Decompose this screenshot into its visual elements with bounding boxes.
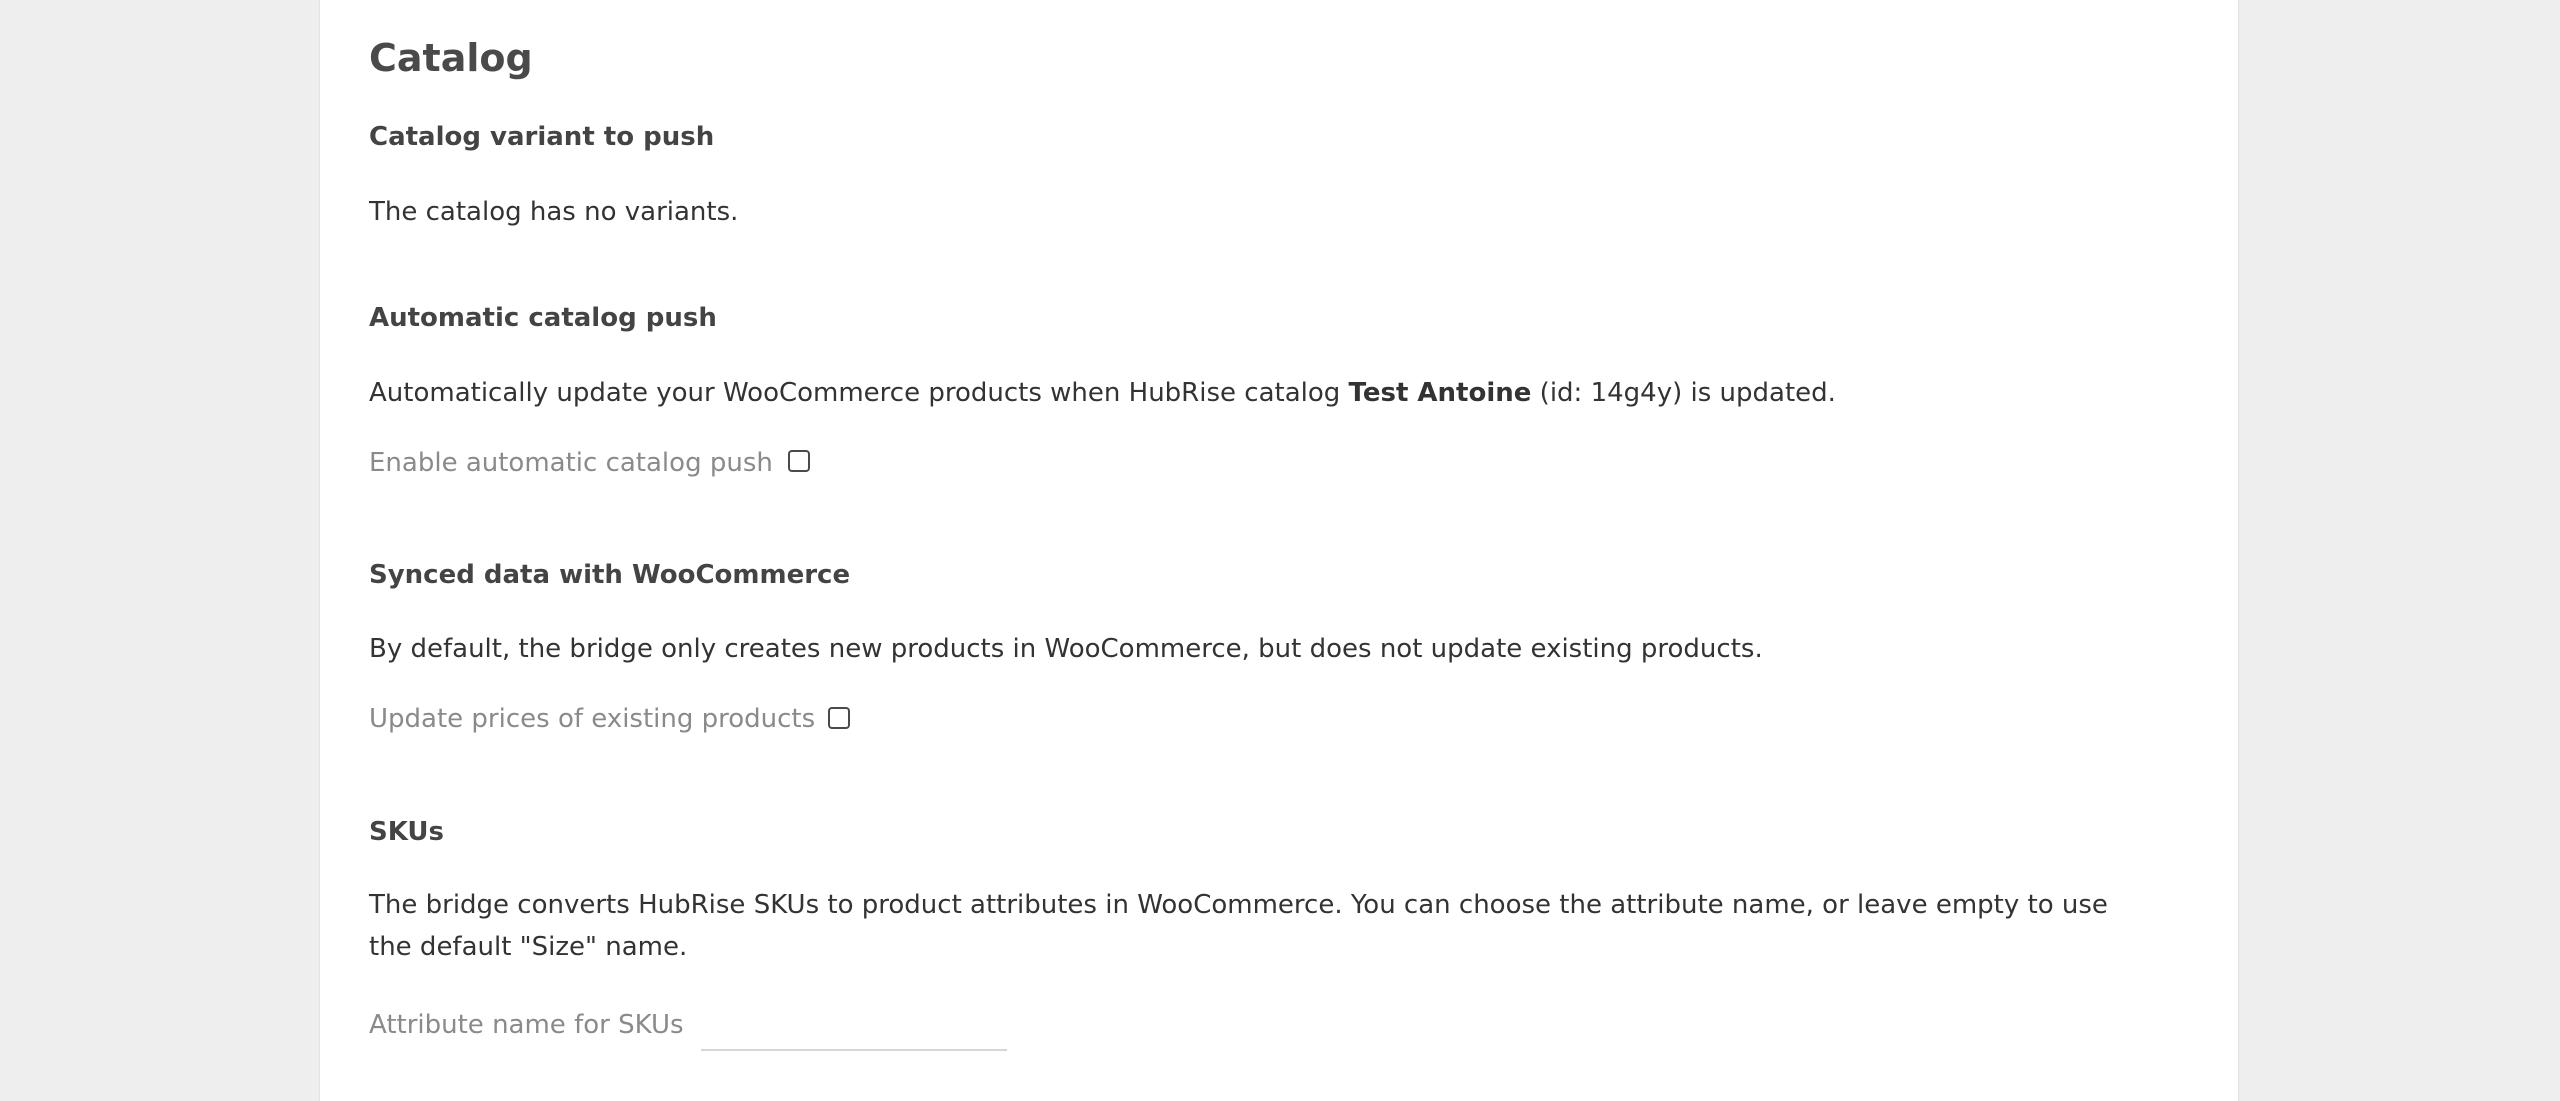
synced-data-section-title: Synced data with WooCommerce [369,560,851,590]
update-prices-checkbox-label: Update prices of existing products [369,704,816,734]
catalog-name: Test Antoine [1348,378,1532,408]
auto-push-section-title: Automatic catalog push [369,303,717,333]
auto-push-checkbox[interactable] [788,450,810,472]
sku-attribute-input-label: Attribute name for SKUs [369,1010,684,1040]
skus-description: The bridge converts HubRise SKUs to prod… [369,890,2108,962]
auto-push-description-before: Automatically update your WooCommerce pr… [369,378,1349,408]
auto-push-description: Automatically update your WooCommerce pr… [369,380,1836,406]
sku-attribute-input[interactable] [701,1011,1007,1051]
variant-section-title: Catalog variant to push [369,122,715,152]
auto-push-checkbox-label: Enable automatic catalog push [369,448,773,478]
update-prices-checkbox[interactable] [828,707,850,729]
skus-section-title: SKUs [369,817,445,847]
auto-push-description-after: (id: 14g4y) is updated. [1531,378,1836,408]
settings-panel: Catalog Catalog variant to push The cata… [319,0,2239,1101]
variant-description: The catalog has no variants. [369,197,739,227]
page-title: Catalog [369,36,533,80]
synced-data-description: By default, the bridge only creates new … [369,634,1763,664]
